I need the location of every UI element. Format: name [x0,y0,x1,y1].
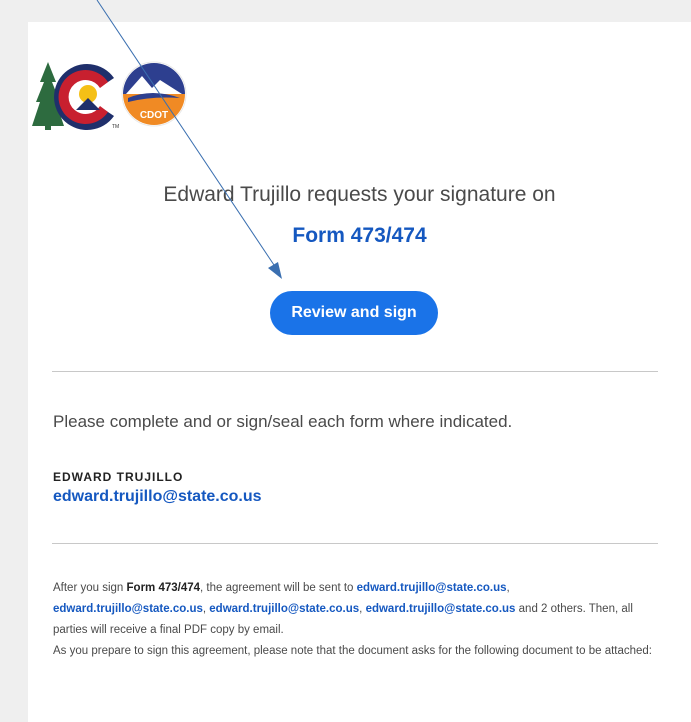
divider [52,543,658,544]
colorado-c-icon: TM [32,62,119,130]
recipient-email-link[interactable]: edward.trujillo@state.co.us [366,603,516,615]
page-title: Edward Trujillo requests your signature … [163,183,556,206]
form-name: Form 473/474 [292,224,427,247]
message-text: Please complete and or sign/seal each fo… [53,412,513,431]
recipient-email-link[interactable]: edward.trujillo@state.co.us [53,603,203,615]
footer-text: After you sign Form 473/474, the agreeme… [53,582,653,657]
recipient-email-link[interactable]: edward.trujillo@state.co.us [209,603,359,615]
svg-text:CDOT: CDOT [140,110,168,121]
sender-name: EDWARD TRUJILLO [53,470,184,484]
footer-form-name: Form 473/474 [126,582,201,594]
svg-text:TM: TM [112,124,119,130]
attachment-note: As you prepare to sign this agreement, p… [53,645,653,657]
review-and-sign-button[interactable]: Review and sign [270,291,438,335]
logos: TM CDOT [32,61,187,130]
sender-email-link[interactable]: edward.trujillo@state.co.us [53,488,262,506]
divider [52,371,658,372]
recipient-email-link[interactable]: edward.trujillo@state.co.us [357,582,507,594]
cdot-icon: CDOT [121,61,187,127]
